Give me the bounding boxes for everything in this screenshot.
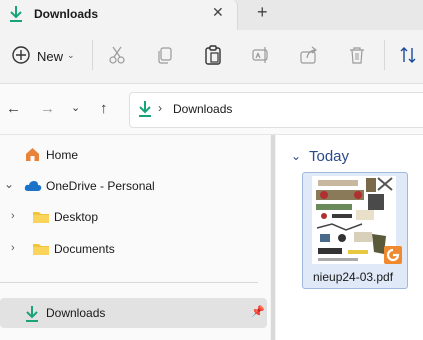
rename-icon[interactable] [250,44,272,66]
group-header[interactable]: Today [309,148,349,165]
sort-icon[interactable] [398,44,420,66]
tab-title: Downloads [34,7,99,21]
chevron-down-icon[interactable]: ⌄ [67,50,75,61]
recent-chevron-icon[interactable]: ⌄ [71,101,80,114]
sidebar-item-label: Home [46,148,79,162]
pin-icon[interactable]: 📌 [251,305,265,318]
new-icon[interactable] [10,44,32,66]
close-icon[interactable]: ✕ [212,4,224,21]
breadcrumb-chevron-icon[interactable]: › [158,101,162,115]
cloud-icon [24,181,42,191]
sidebar-divider [0,282,258,283]
sidebar-scrollbar[interactable] [271,135,275,340]
download-icon [139,101,151,117]
folder-icon [33,212,49,223]
sidebar-item-label: Desktop [54,210,99,224]
folder-icon [33,244,49,255]
pdf-badge-icon [384,246,402,264]
download-icon [10,6,22,22]
chevron-right-icon[interactable]: › [11,242,15,254]
sidebar-item-home[interactable]: Home [0,140,268,170]
sidebar-item-documents[interactable]: › Documents [0,234,268,264]
sidebar-item-label: OneDrive - Personal [46,179,155,193]
sidebar-item-downloads[interactable] [0,298,267,328]
back-icon[interactable]: ← [6,100,21,117]
download-icon [26,306,38,322]
copy-icon[interactable] [154,44,176,66]
sidebar-item-label: Documents [54,242,115,256]
new-button[interactable]: New [37,49,63,64]
sidebar-item-label: Downloads [46,306,106,320]
file-name: nieup24-03.pdf [313,270,394,284]
share-icon[interactable] [298,44,320,66]
delete-icon[interactable] [346,44,368,66]
sidebar-item-desktop[interactable]: › Desktop [0,202,268,232]
chevron-right-icon[interactable]: › [11,210,15,222]
toolbar [0,30,423,84]
chevron-down-icon[interactable]: ⌄ [4,177,14,191]
paste-icon[interactable] [202,44,224,66]
forward-icon[interactable]: → [40,100,55,117]
plus-icon[interactable]: + [257,2,268,23]
sidebar-item-onedrive[interactable]: ⌄ OneDrive - Personal [0,171,268,201]
breadcrumb[interactable]: Downloads [173,102,232,116]
up-icon[interactable]: ↑ [100,100,108,117]
home-icon [26,148,39,161]
chevron-down-icon[interactable]: ⌄ [291,149,301,163]
cut-icon[interactable] [106,44,128,66]
